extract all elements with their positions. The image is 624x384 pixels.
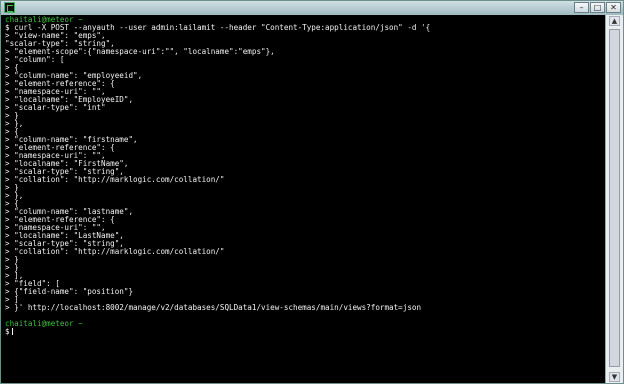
terminal-line: > } xyxy=(5,255,19,264)
prompt-line: chaitali@meteor ~ xyxy=(5,319,83,328)
terminal-line: > "element-scope":{"namespace-uri":"", "… xyxy=(5,47,275,56)
minimize-button[interactable]: – xyxy=(574,2,589,13)
terminal-line: > ], xyxy=(5,271,24,280)
terminal-output[interactable]: chaitali@meteor ~ $ curl -X POST --anyaut… xyxy=(1,15,605,383)
terminal-line: > }, xyxy=(5,119,24,128)
terminal-line: > } xyxy=(5,183,19,192)
window-controls: – □ ✕ xyxy=(574,2,621,13)
terminal-line: > }, xyxy=(5,191,24,200)
terminal-line: > "collation": "http://marklogic.com/col… xyxy=(5,247,225,256)
terminal-line: > } xyxy=(5,111,19,120)
vertical-scrollbar[interactable]: ▲ ▼ xyxy=(605,15,623,383)
terminal-line: > "column": [ xyxy=(5,55,65,64)
text-cursor xyxy=(11,328,13,335)
scrollbar-thumb[interactable] xyxy=(609,29,620,367)
terminal-line: > }' http://localhost:8002/manage/v2/dat… xyxy=(5,303,422,312)
title-bar[interactable]: – □ ✕ xyxy=(1,1,623,15)
terminal-line: > {"field-name": "position"} xyxy=(5,287,134,296)
maximize-button[interactable]: □ xyxy=(590,2,605,13)
scroll-up-arrow-icon[interactable]: ▲ xyxy=(609,16,620,26)
terminal-icon[interactable] xyxy=(4,2,15,13)
terminal-line: > "collation": "http://marklogic.com/col… xyxy=(5,175,225,184)
terminal-line: > } xyxy=(5,263,19,272)
terminal-lines: chaitali@meteor ~ $ curl -X POST --anyaut… xyxy=(5,16,430,336)
scroll-down-arrow-icon[interactable]: ▼ xyxy=(609,372,620,382)
terminal-line: $ xyxy=(5,328,430,336)
terminal-window: – □ ✕ chaitali@meteor ~ $ curl -X POST --… xyxy=(0,0,624,384)
terminal-line: > "scalar-type": "int" xyxy=(5,103,106,112)
close-button[interactable]: ✕ xyxy=(606,2,621,13)
